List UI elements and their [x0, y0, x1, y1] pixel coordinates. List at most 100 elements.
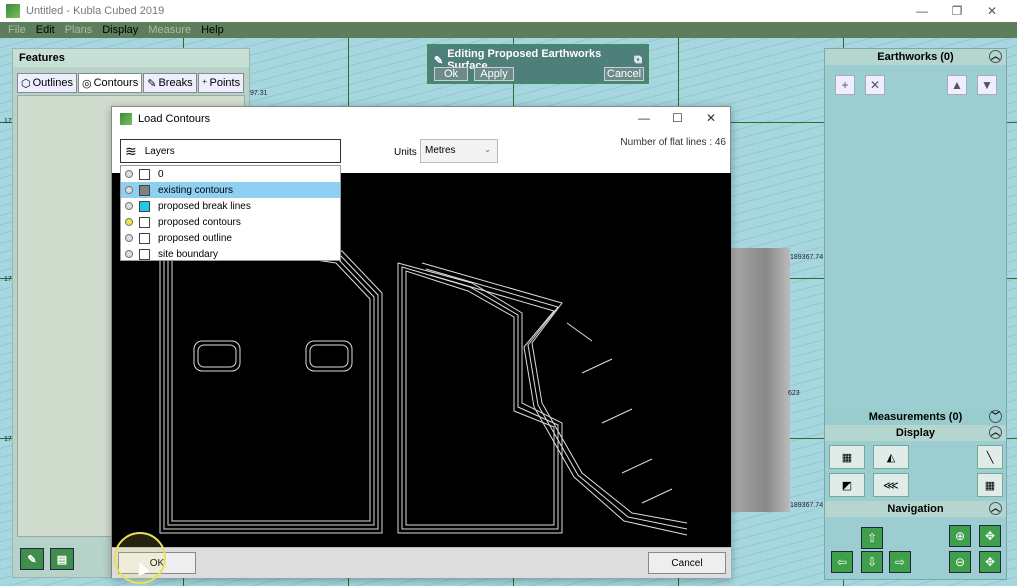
contour-line — [566, 322, 673, 504]
visibility-toggle[interactable] — [125, 186, 133, 194]
display-mode-button[interactable]: ▦ — [829, 445, 865, 469]
visibility-toggle[interactable] — [125, 218, 133, 226]
restore-button[interactable]: ❐ — [940, 0, 974, 22]
outline-icon: ⬡ — [21, 77, 31, 90]
menu-help[interactable]: Help — [201, 24, 224, 36]
layer-row[interactable]: proposed break lines — [121, 198, 340, 214]
chevron-up-icon[interactable]: ︿ — [989, 426, 1002, 439]
cancel-button[interactable]: Cancel — [604, 67, 644, 81]
layer-color-swatch[interactable] — [139, 232, 150, 244]
visibility-toggle[interactable] — [125, 202, 133, 210]
document-icon: ▤ — [56, 553, 68, 566]
delete-earthwork-button[interactable]: ✕ — [865, 75, 885, 95]
dialog-maximize-button[interactable]: ☐ — [672, 111, 683, 125]
zoom-out-button[interactable]: ⊖ — [949, 551, 971, 573]
apply-button[interactable]: Apply — [474, 67, 514, 81]
zoom-window-button[interactable]: ✥ — [979, 551, 1001, 573]
line-tool-button[interactable]: ╲ — [977, 445, 1003, 469]
move-up-button[interactable]: ▲ — [947, 75, 967, 95]
title-bar: Untitled - Kubla Cubed 2019 — ❐ ✕ — [0, 0, 1017, 22]
tab-contours[interactable]: ◎ Contours — [77, 73, 143, 93]
layers-dropdown[interactable]: ≋ Layers — [120, 139, 341, 163]
terrain-surface — [730, 248, 790, 512]
add-earthwork-button[interactable]: + — [835, 75, 855, 95]
minimize-button[interactable]: — — [905, 0, 939, 22]
pen-icon: ✎ — [27, 553, 37, 566]
menu-display[interactable]: Display — [102, 24, 138, 36]
pan-left-button[interactable]: ⇦ — [831, 551, 853, 573]
menu-plans[interactable]: Plans — [65, 24, 93, 36]
arrow-up-icon: ⇧ — [866, 531, 878, 545]
menu-file[interactable]: File — [8, 24, 26, 36]
units-select[interactable]: Metres ⌄ — [420, 139, 498, 163]
contour-line — [405, 270, 555, 526]
app-icon — [6, 4, 20, 18]
display-header: Display ︿ — [825, 425, 1006, 441]
layer-row[interactable]: 0 — [121, 166, 340, 182]
coord-label: 17 — [4, 436, 12, 443]
layer-row[interactable]: existing contours — [121, 182, 340, 198]
layer-color-swatch[interactable] — [139, 200, 150, 212]
visibility-toggle[interactable] — [125, 234, 133, 242]
slope-icon: ⋘ — [883, 479, 899, 492]
layer-color-swatch[interactable] — [139, 248, 150, 260]
zoom-in-button[interactable]: ⊕ — [949, 525, 971, 547]
zoom-extents-button[interactable]: ✥ — [979, 525, 1001, 547]
layers-list: 0 existing contours proposed break lines pr… — [120, 165, 341, 261]
display-slope-button[interactable]: ⋘ — [873, 473, 909, 497]
layer-name: proposed outline — [158, 232, 232, 244]
import-feature-button[interactable]: ▤ — [50, 548, 74, 570]
line-icon: ╲ — [986, 451, 994, 464]
contour-pad — [309, 344, 349, 368]
coord-label: 17 — [4, 118, 12, 125]
layer-color-swatch[interactable] — [139, 216, 150, 228]
display-cut-fill-button[interactable]: ◩ — [829, 473, 865, 497]
tab-breaks[interactable]: ✎ Breaks — [143, 73, 197, 93]
right-panel: Earthworks (0) ︿ + ✕ ▲ ▼ Measurements (0)… — [824, 48, 1007, 580]
chevron-down-icon[interactable]: ﹀ — [989, 410, 1002, 423]
tab-points[interactable]: ⁺ Points — [197, 73, 245, 93]
zoom-out-icon: ⊖ — [954, 555, 966, 569]
popout-icon[interactable]: ⧉ — [634, 54, 642, 67]
menu-bar: File Edit Plans Display Measure Help — [0, 22, 1017, 38]
layer-name: site boundary — [158, 248, 219, 260]
ok-button[interactable]: Ok — [434, 67, 468, 81]
visibility-toggle[interactable] — [125, 170, 133, 178]
pan-up-button[interactable]: ⇧ — [861, 527, 883, 549]
layer-row[interactable]: proposed contours — [121, 214, 340, 230]
dialog-title: Load Contours — [138, 113, 211, 125]
contour-line — [397, 262, 563, 534]
dialog-cancel-button[interactable]: Cancel — [648, 552, 726, 574]
contour-line — [171, 246, 371, 522]
close-button[interactable]: ✕ — [975, 0, 1009, 22]
pan-right-button[interactable]: ⇨ — [889, 551, 911, 573]
features-title: Features — [13, 49, 249, 67]
layer-color-swatch[interactable] — [139, 168, 150, 180]
display-contours-button[interactable]: ◭ — [873, 445, 909, 469]
grid-toggle-button[interactable]: ▦ — [977, 473, 1003, 497]
points-icon: ⁺ — [201, 77, 208, 90]
coord-label: 17 — [4, 276, 12, 283]
layer-row[interactable]: site boundary — [121, 246, 340, 262]
chevron-up-icon[interactable]: ︿ — [989, 502, 1002, 515]
move-down-button[interactable]: ▼ — [977, 75, 997, 95]
pan-down-button[interactable]: ⇩ — [861, 551, 883, 573]
visibility-toggle[interactable] — [125, 250, 133, 258]
layer-color-swatch[interactable] — [139, 184, 150, 196]
layer-row[interactable]: proposed outline — [121, 230, 340, 246]
tab-outlines[interactable]: ⬡ Outlines — [17, 73, 77, 93]
layer-name: proposed contours — [158, 216, 241, 228]
contour-pad — [197, 344, 237, 368]
menu-edit[interactable]: Edit — [36, 24, 55, 36]
add-feature-button[interactable]: ✎ — [20, 548, 44, 570]
coord-label: 97.31 — [250, 90, 268, 97]
earthworks-header: Earthworks (0) ︿ — [825, 49, 1006, 65]
menu-measure[interactable]: Measure — [148, 24, 191, 36]
chevron-up-icon[interactable]: ︿ — [989, 50, 1002, 63]
flat-lines-count: Number of flat lines : 46 — [620, 137, 726, 148]
dialog-minimize-button[interactable]: — — [638, 111, 650, 125]
dialog-close-button[interactable]: ✕ — [706, 111, 716, 125]
arrow-down-icon: ⇩ — [866, 555, 878, 569]
contour-line — [401, 266, 559, 530]
layer-name: proposed break lines — [158, 200, 251, 212]
